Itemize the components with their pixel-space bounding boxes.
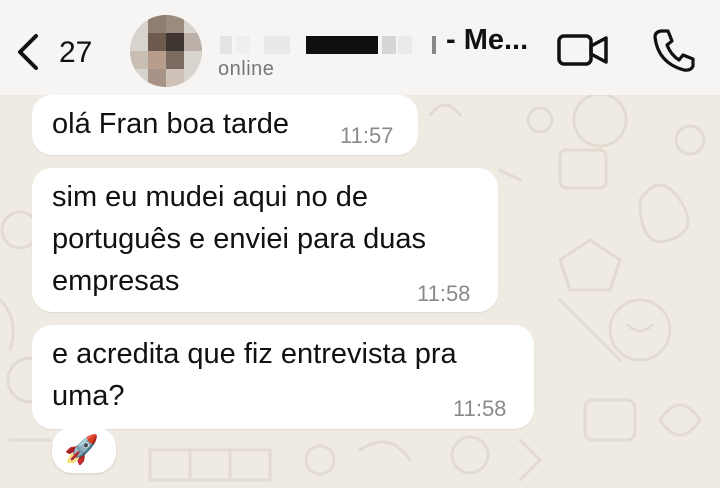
message-time: 11:58 [417, 281, 471, 306]
video-call-button[interactable] [556, 30, 610, 70]
message-bubble[interactable]: e acredita que fiz entrevista pra uma? 1… [32, 325, 534, 429]
message-text: e acredita que fiz entrevista pra uma? [52, 338, 457, 412]
status-text: online [218, 58, 275, 80]
message-text: sim eu mudei aqui no de português e envi… [52, 181, 427, 297]
video-camera-icon [557, 34, 608, 66]
voice-call-button[interactable] [652, 27, 696, 73]
unread-count: 27 [59, 36, 93, 69]
chat-header: 27 - Me... online [0, 0, 720, 95]
chevron-left-icon [18, 34, 38, 70]
message-bubble[interactable]: sim eu mudei aqui no de português e envi… [32, 168, 498, 312]
message-time: 11:57 [340, 123, 394, 148]
contact-name[interactable]: - Me... [220, 22, 550, 62]
avatar[interactable] [130, 15, 202, 87]
message-text: olá Fran boa tarde [52, 108, 289, 140]
reaction-badge[interactable]: 🚀 [52, 427, 116, 473]
message-time: 11:58 [453, 396, 507, 421]
phone-icon [653, 29, 695, 72]
back-button[interactable]: 27 [14, 28, 124, 74]
message-bubble[interactable]: olá Fran boa tarde 11:57 [32, 95, 418, 155]
rocket-emoji: 🚀 [64, 434, 99, 465]
contact-name-text: - Me... [446, 24, 529, 56]
